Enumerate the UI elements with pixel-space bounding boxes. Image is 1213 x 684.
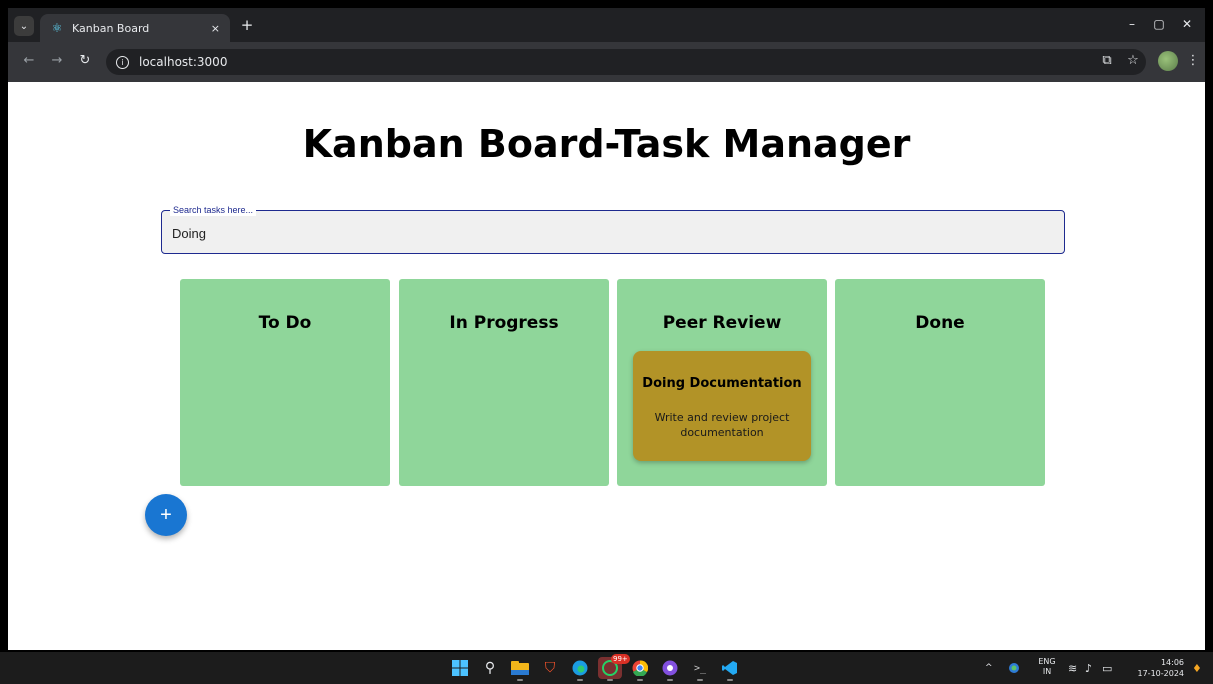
back-arrow-icon[interactable]: ← xyxy=(20,53,38,68)
close-window-icon[interactable]: ✕ xyxy=(1179,17,1195,31)
security-shield-icon[interactable] xyxy=(1008,652,1020,684)
github-desktop-icon[interactable] xyxy=(658,657,682,681)
system-clock[interactable]: 14:06 17-10-2024 xyxy=(1128,657,1185,679)
volume-icon[interactable]: ♪ xyxy=(1085,652,1092,684)
browser-toolbar: ← → ↻ i localhost:3000 ⧉ ☆ ⋮ xyxy=(8,42,1205,82)
clock-date: 17-10-2024 xyxy=(1137,669,1185,678)
page-title: Kanban Board-Task Manager xyxy=(302,122,911,166)
forward-arrow-icon[interactable]: → xyxy=(48,53,66,68)
search-label: Search tasks here... xyxy=(170,204,257,216)
reload-icon[interactable]: ↻ xyxy=(76,53,94,68)
windows-start-icon[interactable] xyxy=(448,657,472,679)
tab-bar: ⌄ ⚛ Kanban Board × + – ▢ ✕ xyxy=(8,8,1205,42)
search-icon[interactable]: ⚲ xyxy=(478,657,502,679)
whatsapp-icon[interactable]: 99+ xyxy=(598,654,630,681)
search-input[interactable] xyxy=(172,223,1052,243)
tab-search-chevron-icon[interactable]: ⌄ xyxy=(14,16,34,36)
terminal-icon[interactable]: >_ xyxy=(688,657,712,681)
clock-time: 14:06 xyxy=(1160,658,1184,667)
site-info-icon[interactable]: i xyxy=(116,55,129,69)
task-title: Doing Documentation xyxy=(642,376,802,391)
battery-icon[interactable]: ▭ xyxy=(1102,652,1112,684)
task-card[interactable]: Doing Documentation Write and review pro… xyxy=(633,351,811,461)
notification-badge: 99+ xyxy=(611,654,630,664)
column-title: Done xyxy=(915,313,965,333)
vscode-icon[interactable] xyxy=(718,657,742,681)
column-title: Peer Review xyxy=(662,313,782,333)
file-explorer-icon[interactable] xyxy=(508,657,532,681)
browser-tab[interactable]: ⚛ Kanban Board × xyxy=(40,14,230,42)
brave-browser-icon[interactable]: ⛉ xyxy=(538,657,562,679)
address-bar[interactable]: i localhost:3000 xyxy=(106,49,1146,75)
url-text: localhost:3000 xyxy=(139,55,228,69)
language-indicator[interactable]: ENG IN xyxy=(1034,657,1060,677)
column-peer-review: Peer Review Doing Documentation Write an… xyxy=(617,279,827,486)
close-tab-icon[interactable]: × xyxy=(211,22,220,35)
profile-avatar[interactable] xyxy=(1158,51,1178,71)
kanban-page: Kanban Board-Task Manager Search tasks h… xyxy=(8,82,1205,650)
add-task-button[interactable]: + xyxy=(145,494,187,536)
column-title: In Progress xyxy=(449,313,559,333)
tray-chevron-icon[interactable]: ^ xyxy=(985,652,993,684)
column-to-do: To Do xyxy=(180,279,390,486)
new-tab-button[interactable]: + xyxy=(236,14,258,36)
column-in-progress: In Progress xyxy=(399,279,609,486)
restore-icon[interactable]: ▢ xyxy=(1151,17,1167,31)
search-field[interactable]: Search tasks here... xyxy=(161,204,1065,254)
tab-title: Kanban Board xyxy=(72,21,150,35)
edge-browser-icon[interactable] xyxy=(568,657,592,681)
notification-bell-icon[interactable]: ♦ xyxy=(1192,652,1202,684)
column-done: Done xyxy=(835,279,1045,486)
wifi-icon[interactable]: ≋ xyxy=(1068,652,1077,684)
os-taskbar: ⚲ ⛉ 99+ >_ ^ ENG IN ≋ ♪ ▭ 14:06 17-10-20… xyxy=(0,652,1213,684)
column-title: To Do xyxy=(258,313,312,333)
task-description: Write and review project documentation xyxy=(654,411,790,439)
minimize-icon[interactable]: – xyxy=(1124,17,1140,31)
browser-window: ⌄ ⚛ Kanban Board × + – ▢ ✕ ← → ↻ i local… xyxy=(8,8,1205,650)
bookmark-star-icon[interactable]: ☆ xyxy=(1124,53,1142,68)
kebab-menu-icon[interactable]: ⋮ xyxy=(1184,53,1202,68)
react-icon: ⚛ xyxy=(51,21,63,35)
cast-icon[interactable]: ⧉ xyxy=(1098,53,1116,68)
chrome-browser-icon[interactable] xyxy=(628,657,652,681)
